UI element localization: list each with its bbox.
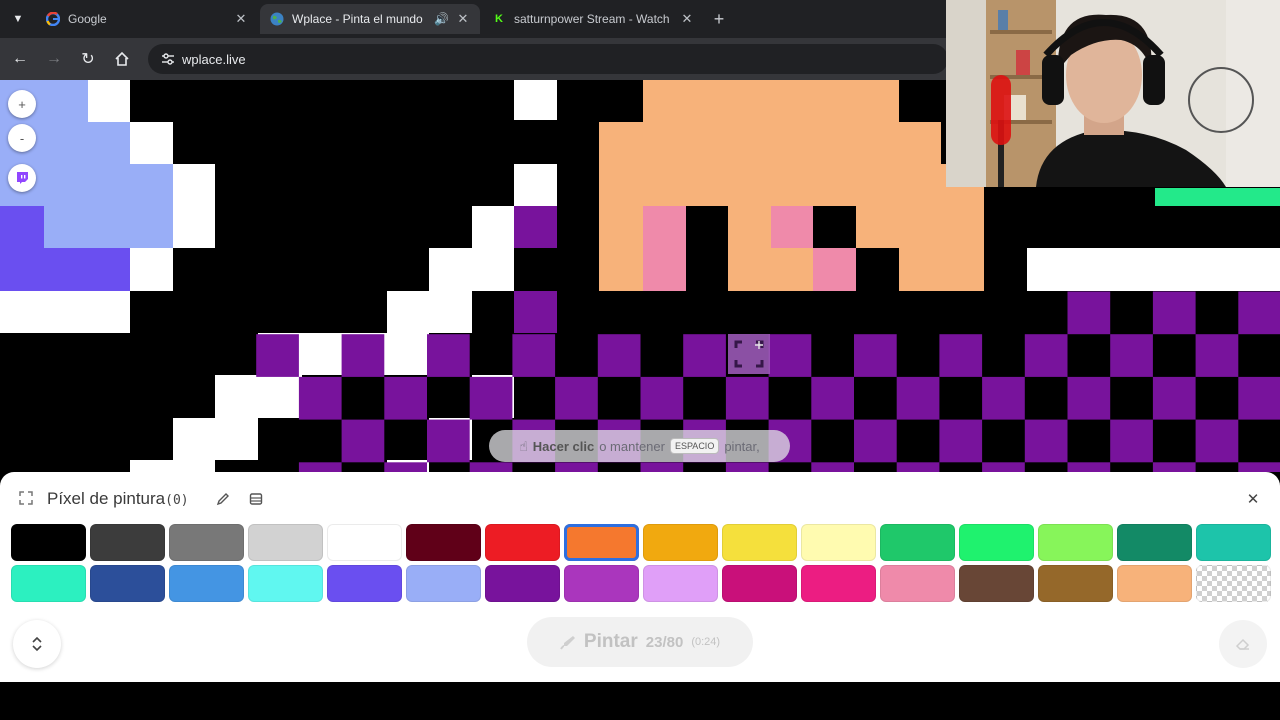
color-swatch-indigo[interactable] — [327, 565, 402, 602]
hand-pointer-icon: ☝ — [519, 437, 528, 454]
color-swatch-light-yellow[interactable] — [801, 524, 876, 561]
color-swatch-blue[interactable] — [169, 565, 244, 602]
color-swatch-dark-purple[interactable] — [485, 565, 560, 602]
color-swatch-green[interactable] — [959, 524, 1034, 561]
forward-arrow-icon[interactable]: → — [42, 47, 66, 71]
color-swatch-black[interactable] — [11, 524, 86, 561]
color-swatch-light-purple[interactable] — [643, 565, 718, 602]
pencil-icon[interactable] — [213, 489, 233, 509]
close-tab-icon[interactable]: ✕ — [680, 11, 694, 27]
collapse-toggle-button[interactable] — [13, 620, 61, 668]
paint-button-label: Pintar — [583, 631, 638, 652]
color-swatch-pink[interactable] — [801, 565, 876, 602]
zoom-in-label: + — [18, 96, 26, 112]
color-swatch-transparent[interactable] — [1196, 565, 1271, 602]
home-icon[interactable] — [110, 47, 134, 71]
recharge-timer: (0:24) — [691, 636, 721, 648]
tab-title: Wplace - Pinta el mundo — [292, 12, 423, 26]
stream-overlay-bar — [1155, 188, 1280, 206]
hint-key: ESPACIO — [669, 438, 720, 454]
color-swatch-deep-red[interactable] — [406, 524, 481, 561]
eraser-icon — [1235, 638, 1250, 650]
tab-google[interactable]: Google ✕ — [36, 4, 258, 34]
color-swatch-white[interactable] — [327, 524, 402, 561]
color-swatch-dark-pink[interactable] — [722, 565, 797, 602]
url-text: wplace.live — [182, 51, 246, 67]
hint-text-end: pintar, — [724, 438, 760, 454]
color-swatch-dark-green[interactable] — [880, 524, 955, 561]
color-swatch-beige[interactable] — [1117, 565, 1192, 602]
color-swatch-orange[interactable] — [564, 524, 639, 561]
reload-icon[interactable]: ↻ — [76, 47, 100, 71]
color-swatch-light-indigo[interactable] — [406, 565, 481, 602]
speaker-icon[interactable]: 🔊 — [434, 12, 449, 26]
color-swatch-gray[interactable] — [169, 524, 244, 561]
color-swatch-red[interactable] — [485, 524, 560, 561]
tab-title: satturnpower Stream - Watch Li — [514, 12, 672, 26]
screen-bottom-strip — [0, 682, 1280, 720]
charges-count: 23/80 — [645, 633, 684, 651]
paint-button[interactable]: Pintar 23/80 (0:24) — [527, 617, 753, 667]
color-swatch-light-gray[interactable] — [248, 524, 323, 561]
kick-favicon-icon: K — [495, 13, 503, 25]
hint-bold-text: Hacer clic — [532, 438, 595, 454]
zoom-in-button[interactable]: + — [8, 90, 36, 118]
chevron-up-down-icon — [32, 636, 42, 652]
pixel-count: (0) — [165, 493, 189, 508]
streamer-webcam — [946, 0, 1280, 187]
crosshair-icon — [734, 340, 764, 368]
zoom-out-button[interactable]: - — [8, 124, 36, 152]
zoom-out-label: - — [19, 130, 25, 146]
twitch-button[interactable] — [8, 164, 36, 192]
close-panel-icon[interactable]: ✕ — [1243, 489, 1263, 509]
color-swatch-teal[interactable] — [1196, 524, 1271, 561]
tab-search-chevron-icon[interactable]: ▼ — [6, 7, 30, 31]
site-settings-icon[interactable] — [154, 53, 182, 65]
tab-title: Google — [68, 12, 107, 26]
panel-title-text: Píxel de pintura — [47, 489, 166, 508]
color-swatch-light-pink[interactable] — [880, 565, 955, 602]
address-bar[interactable]: wplace.live — [148, 44, 948, 74]
tab-kick[interactable]: K satturnpower Stream - Watch Li ✕ — [482, 4, 704, 34]
panel-title: Píxel de pintura(0) — [47, 489, 189, 509]
color-swatch-light-green[interactable] — [1038, 524, 1113, 561]
eraser-button[interactable] — [1219, 620, 1267, 668]
twitch-icon — [17, 172, 28, 184]
new-tab-icon[interactable]: + — [707, 7, 731, 31]
color-swatch-light-teal[interactable] — [11, 565, 86, 602]
color-swatch-gold[interactable] — [643, 524, 718, 561]
brush-icon — [560, 636, 575, 650]
paint-hint-tooltip: ☝ Hacer clic o mantener ESPACIO pintar, — [489, 430, 790, 462]
close-tab-icon[interactable]: ✕ — [456, 11, 470, 27]
template-icon[interactable] — [246, 489, 266, 509]
globe-favicon-icon — [270, 12, 284, 26]
close-tab-icon[interactable]: ✕ — [234, 11, 248, 27]
google-favicon-icon — [46, 12, 60, 26]
color-swatch-dark-gray[interactable] — [90, 524, 165, 561]
hint-text: o mantener — [599, 438, 665, 454]
color-swatch-brown[interactable] — [1038, 565, 1113, 602]
color-swatch-purple[interactable] — [564, 565, 639, 602]
paint-panel: Píxel de pintura(0) ✕ Pintar 23/80 (0:24… — [0, 472, 1280, 682]
color-swatch-dark-brown[interactable] — [959, 565, 1034, 602]
color-swatch-dark-teal[interactable] — [1117, 524, 1192, 561]
color-swatch-yellow[interactable] — [722, 524, 797, 561]
color-swatch-dark-blue[interactable] — [90, 565, 165, 602]
color-swatch-cyan[interactable] — [248, 565, 323, 602]
tab-wplace[interactable]: Wplace - Pinta el mundo 🔊 ✕ — [260, 4, 480, 34]
back-arrow-icon[interactable]: ← — [8, 47, 32, 71]
pixel-selection-cursor[interactable] — [728, 334, 770, 374]
expand-icon[interactable] — [16, 488, 36, 508]
